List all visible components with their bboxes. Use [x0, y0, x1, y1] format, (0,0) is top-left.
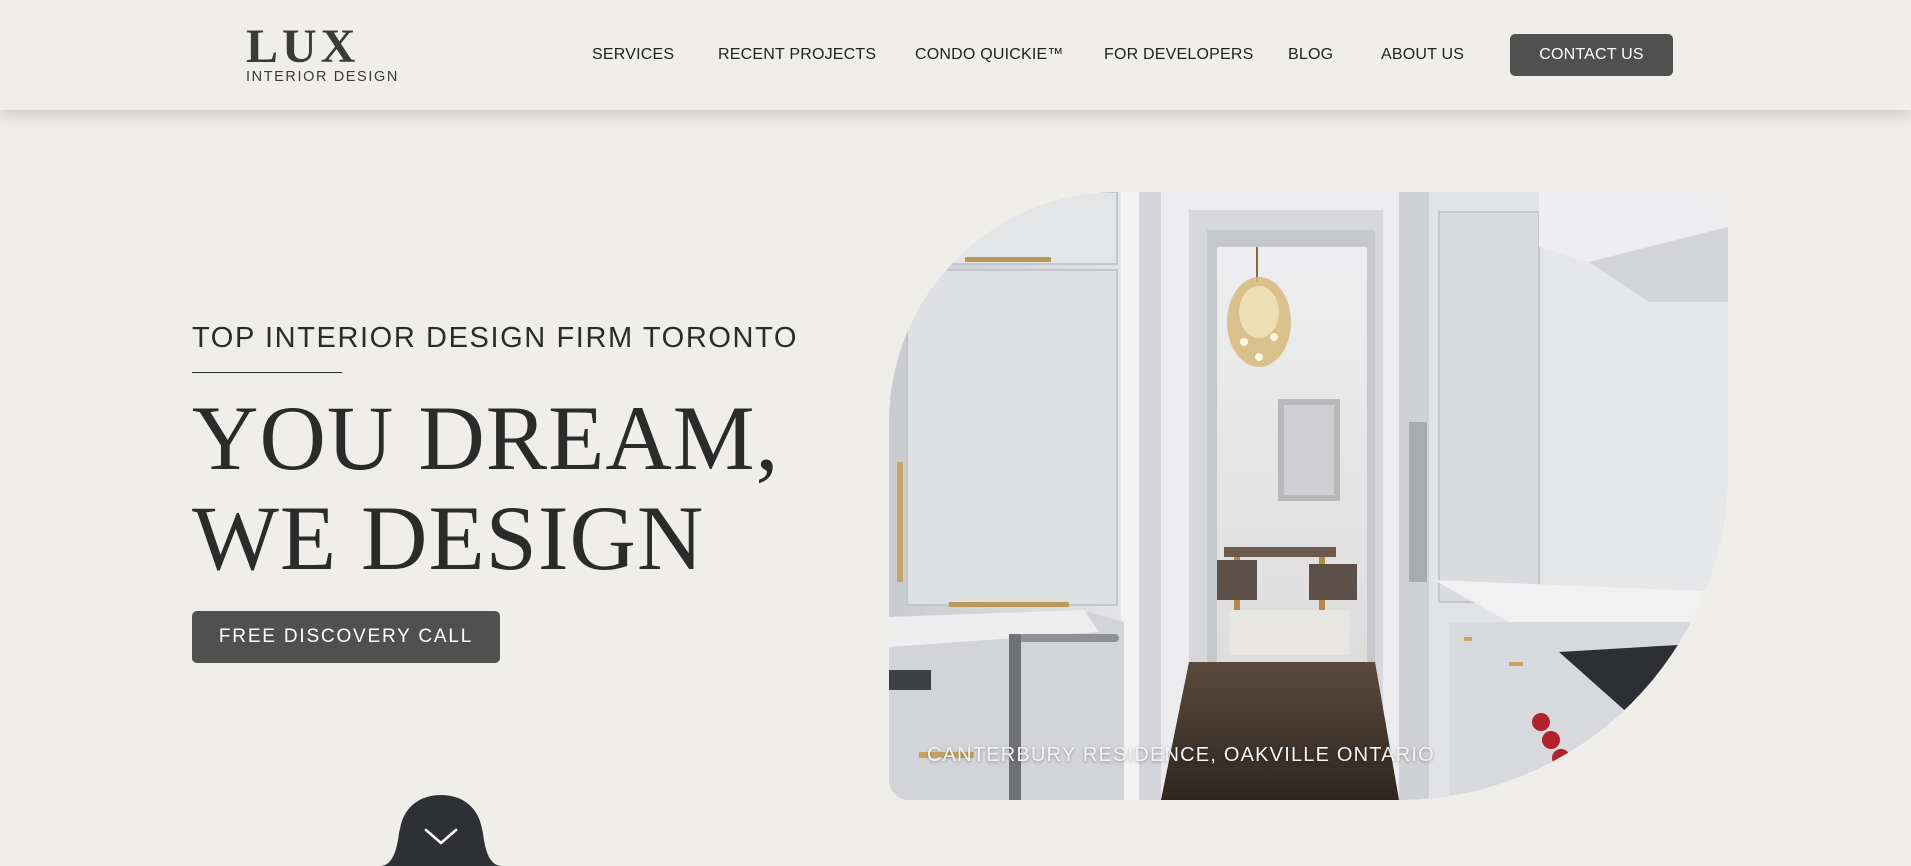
hero-headline: YOU DREAM, WE DESIGN	[192, 388, 780, 588]
free-discovery-call-button[interactable]: FREE DISCOVERY CALL	[192, 611, 500, 663]
logo-mark: LUX	[246, 20, 360, 73]
kitchen-illustration	[889, 192, 1728, 800]
headline-line-1: YOU DREAM,	[192, 387, 780, 489]
chevron-down-icon	[380, 795, 502, 866]
nav-item-blog[interactable]: BLOG	[1288, 46, 1333, 64]
nav-item-recent-projects[interactable]: RECENT PROJECTS	[718, 46, 876, 64]
hero-eyebrow: TOP INTERIOR DESIGN FIRM TORONTO	[192, 322, 799, 354]
hero-kitchen-image: CANTERBURY RESIDENCE, OAKVILLE ONTARIO	[889, 192, 1728, 800]
contact-us-button[interactable]: CONTACT US	[1510, 34, 1673, 76]
logo[interactable]: LUX INTERIOR DESIGN	[246, 20, 399, 86]
nav-item-for-developers[interactable]: FOR DEVELOPERS	[1104, 46, 1254, 64]
logo-subtitle: INTERIOR DESIGN	[246, 69, 399, 85]
nav-item-condo-quickie[interactable]: CONDO QUICKIE™	[915, 46, 1064, 64]
nav-item-services[interactable]: SERVICES	[592, 46, 674, 64]
eyebrow-divider	[192, 372, 342, 373]
scroll-down-button[interactable]	[380, 795, 502, 866]
image-caption: CANTERBURY RESIDENCE, OAKVILLE ONTARIO	[927, 744, 1435, 766]
nav-item-about-us[interactable]: ABOUT US	[1381, 46, 1464, 64]
site-header: LUX INTERIOR DESIGN SERVICES RECENT PROJ…	[0, 0, 1911, 110]
headline-line-2: WE DESIGN	[192, 487, 705, 589]
